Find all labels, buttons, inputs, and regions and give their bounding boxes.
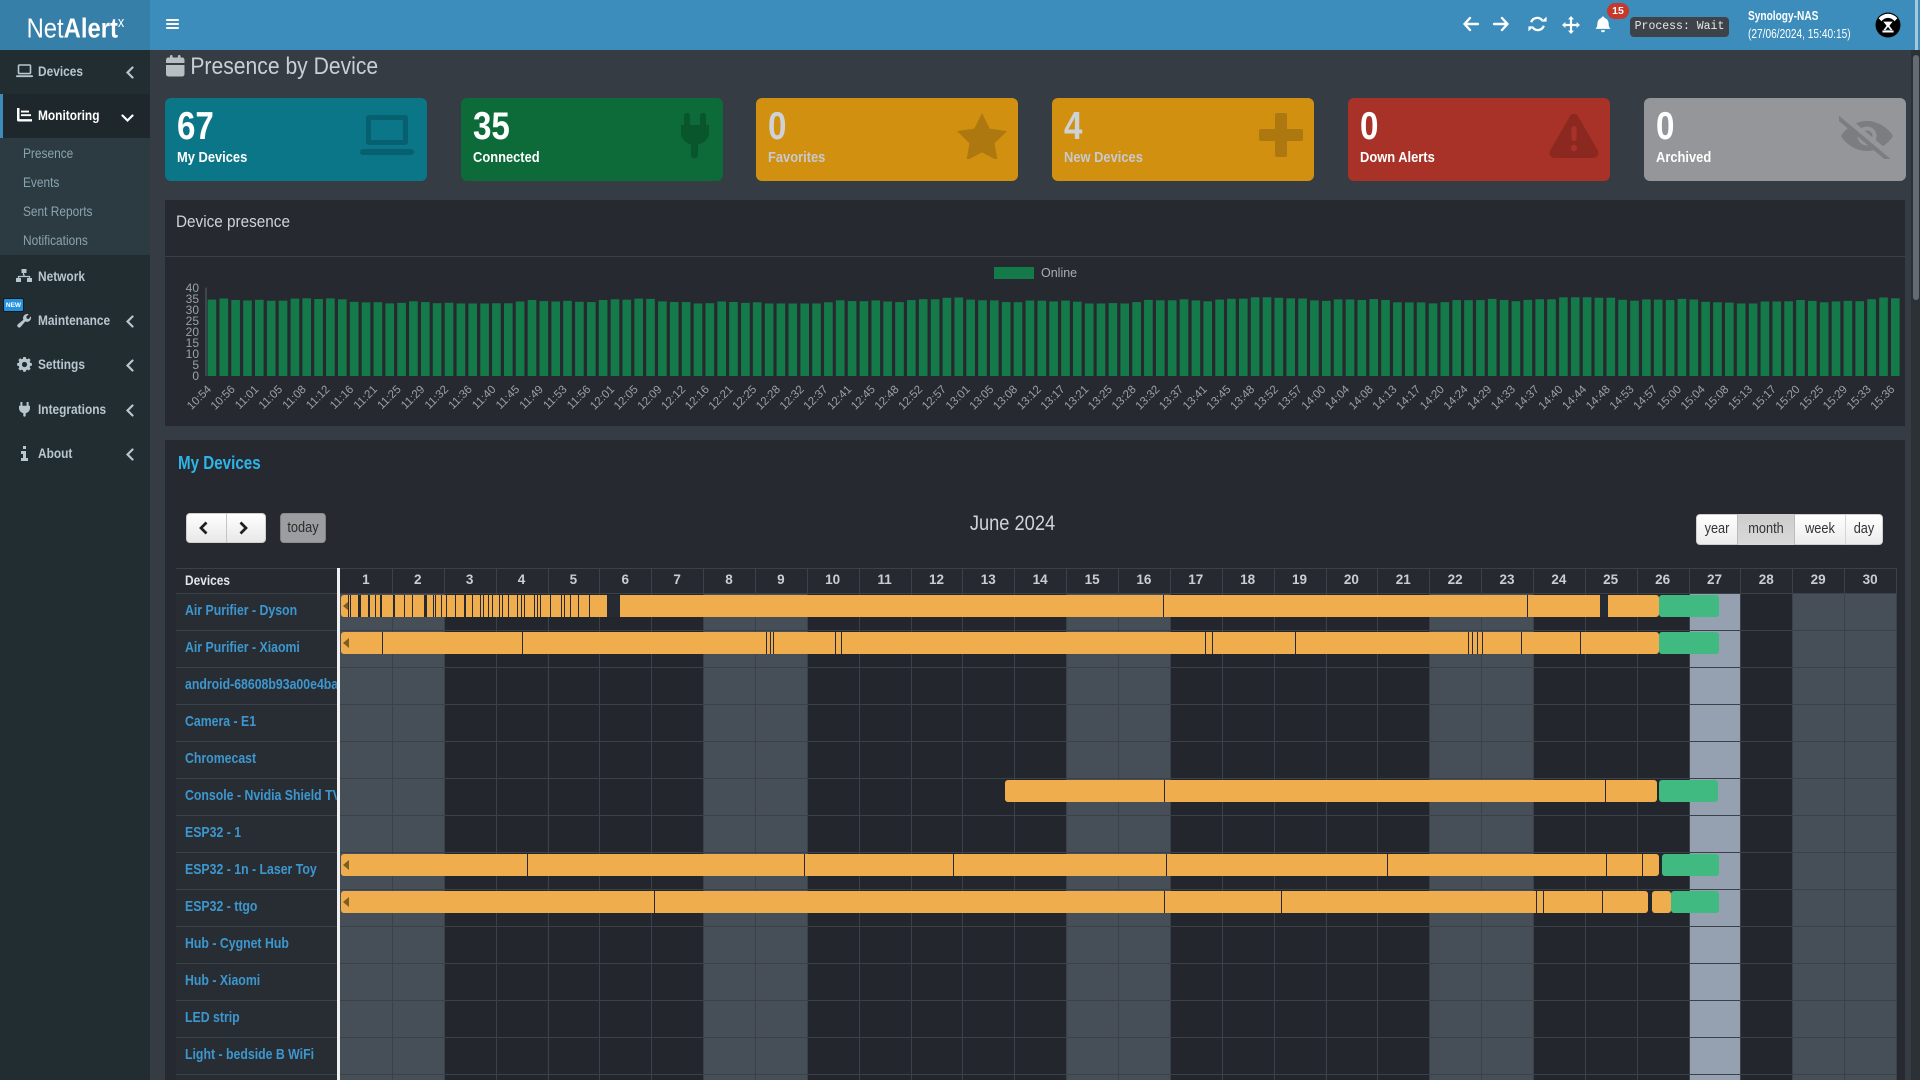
svg-text:11:29: 11:29 <box>399 384 427 412</box>
svg-text:14:04: 14:04 <box>1323 383 1352 412</box>
svg-text:14:37: 14:37 <box>1513 384 1542 413</box>
svg-text:14:00: 14:00 <box>1300 384 1329 413</box>
svg-text:14:24: 14:24 <box>1442 383 1471 412</box>
svg-text:11:45: 11:45 <box>494 384 522 412</box>
svg-text:13:05: 13:05 <box>968 384 997 413</box>
svg-text:12:28: 12:28 <box>754 384 783 413</box>
svg-text:14:40: 14:40 <box>1537 384 1566 413</box>
svg-text:15:00: 15:00 <box>1655 384 1684 413</box>
svg-text:13:41: 13:41 <box>1181 384 1210 413</box>
svg-text:Online: Online <box>1041 266 1077 280</box>
svg-text:14:08: 14:08 <box>1347 384 1376 413</box>
svg-text:12:05: 12:05 <box>612 384 641 413</box>
svg-text:12:41: 12:41 <box>825 384 854 413</box>
svg-text:14:44: 14:44 <box>1560 383 1589 412</box>
svg-text:13:52: 13:52 <box>1252 384 1281 413</box>
svg-text:12:32: 12:32 <box>778 384 807 413</box>
svg-text:11:53: 11:53 <box>541 384 569 412</box>
svg-text:11:08: 11:08 <box>281 384 309 412</box>
svg-text:12:01: 12:01 <box>588 384 617 413</box>
svg-text:12:37: 12:37 <box>802 384 831 413</box>
svg-text:13:17: 13:17 <box>1039 384 1068 413</box>
svg-text:12:25: 12:25 <box>730 384 759 413</box>
svg-text:12:21: 12:21 <box>707 384 736 413</box>
svg-text:11:05: 11:05 <box>257 384 285 412</box>
svg-text:15:20: 15:20 <box>1774 384 1803 413</box>
svg-text:15:33: 15:33 <box>1845 384 1874 413</box>
svg-text:13:57: 13:57 <box>1276 384 1305 413</box>
svg-text:11:49: 11:49 <box>518 384 546 412</box>
svg-text:11:25: 11:25 <box>375 384 403 412</box>
svg-text:40: 40 <box>186 281 200 295</box>
svg-text:14:20: 14:20 <box>1418 384 1447 413</box>
svg-text:10:54: 10:54 <box>185 383 214 412</box>
svg-text:12:09: 12:09 <box>636 384 665 413</box>
svg-text:13:12: 13:12 <box>1015 384 1044 413</box>
svg-text:15:08: 15:08 <box>1703 384 1732 413</box>
svg-text:15:13: 15:13 <box>1726 384 1755 413</box>
svg-text:11:21: 11:21 <box>352 384 380 412</box>
svg-text:13:48: 13:48 <box>1228 384 1257 413</box>
svg-text:13:21: 13:21 <box>1062 384 1091 413</box>
svg-text:13:37: 13:37 <box>1157 384 1186 413</box>
svg-text:13:25: 13:25 <box>1086 384 1115 413</box>
svg-text:11:32: 11:32 <box>423 384 451 412</box>
svg-text:12:52: 12:52 <box>896 384 925 413</box>
svg-text:12:16: 12:16 <box>683 384 712 413</box>
svg-text:12:57: 12:57 <box>920 384 949 413</box>
svg-text:14:48: 14:48 <box>1584 384 1613 413</box>
svg-text:12:12: 12:12 <box>659 384 688 413</box>
svg-text:13:45: 13:45 <box>1205 384 1234 413</box>
svg-text:12:48: 12:48 <box>873 384 902 413</box>
svg-text:14:13: 14:13 <box>1371 384 1400 413</box>
svg-text:15:25: 15:25 <box>1797 384 1826 413</box>
svg-text:14:17: 14:17 <box>1394 384 1423 413</box>
svg-text:13:32: 13:32 <box>1134 384 1163 413</box>
svg-text:14:57: 14:57 <box>1631 384 1660 413</box>
svg-text:13:08: 13:08 <box>991 384 1020 413</box>
svg-text:10:56: 10:56 <box>209 384 238 413</box>
svg-text:13:01: 13:01 <box>944 384 973 413</box>
svg-text:13:28: 13:28 <box>1110 384 1139 413</box>
svg-text:11:16: 11:16 <box>328 384 356 412</box>
svg-text:15:36: 15:36 <box>1869 384 1898 413</box>
svg-text:15:04: 15:04 <box>1679 383 1708 412</box>
svg-text:14:53: 14:53 <box>1608 384 1637 413</box>
svg-text:11:12: 11:12 <box>304 384 332 412</box>
svg-text:12:45: 12:45 <box>849 384 878 413</box>
svg-text:11:36: 11:36 <box>447 384 475 412</box>
svg-text:15:17: 15:17 <box>1750 384 1779 413</box>
svg-text:11:01: 11:01 <box>233 384 261 412</box>
svg-text:11:56: 11:56 <box>565 384 593 412</box>
svg-text:11:40: 11:40 <box>470 384 498 412</box>
svg-text:14:33: 14:33 <box>1489 384 1518 413</box>
svg-text:14:29: 14:29 <box>1465 384 1494 413</box>
svg-text:15:29: 15:29 <box>1821 384 1850 413</box>
